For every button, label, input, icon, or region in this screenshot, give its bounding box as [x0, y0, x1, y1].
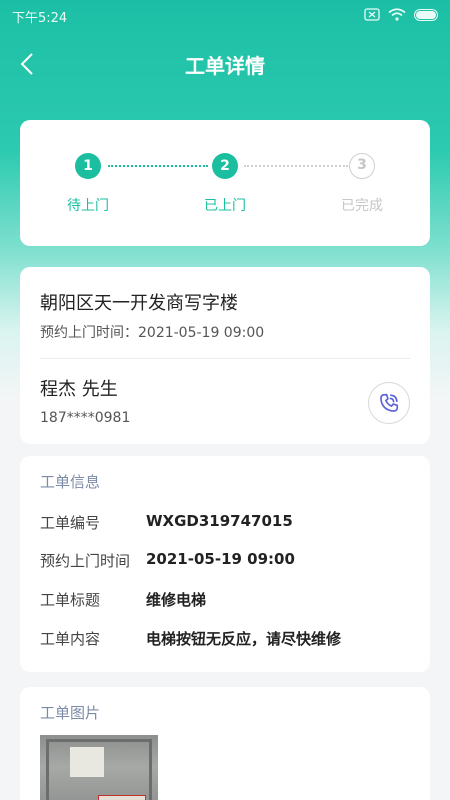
address-title: 朝阳区天一开发商写字楼 — [40, 293, 238, 314]
order-photo-thumbnail[interactable] — [40, 735, 158, 800]
info-value: WXGD319747015 — [146, 512, 293, 530]
order-photos-card: 工单图片 — [20, 687, 430, 800]
step-1: 1 待上门 — [48, 153, 128, 215]
step-3-label: 已完成 — [341, 198, 383, 214]
order-info-card: 工单信息 工单编号 WXGD319747015 预约上门时间 2021-05-1… — [20, 456, 430, 672]
step-2-number: 2 — [212, 153, 238, 179]
status-bar: 下午5:24 — [0, 0, 450, 30]
address-card: 朝阳区天一开发商写字楼 预约上门时间：2021-05-19 09:00 程杰 先… — [20, 267, 430, 444]
step-1-label: 待上门 — [67, 198, 109, 214]
divider — [40, 358, 410, 359]
info-row-content: 工单内容 电梯按钮无反应，请尽快维修 — [40, 628, 420, 649]
info-key: 工单内容 — [40, 630, 101, 648]
step-2-label: 已上门 — [204, 198, 246, 214]
order-photos-title: 工单图片 — [40, 704, 101, 722]
info-value: 电梯按钮无反应，请尽快维修 — [146, 630, 342, 648]
order-info-title: 工单信息 — [40, 473, 101, 491]
appointment-time: 预约上门时间：2021-05-19 09:00 — [40, 325, 265, 341]
step-3-number: 3 — [349, 153, 375, 179]
battery-icon — [414, 8, 438, 21]
warning-sign — [98, 795, 146, 800]
contact-phone: 187****0981 — [40, 410, 131, 426]
status-time: 下午5:24 — [12, 11, 68, 26]
sim-off-icon — [364, 8, 380, 21]
phone-call-icon — [380, 393, 399, 412]
progress-steps-card: 1 待上门 2 已上门 3 已完成 — [20, 120, 430, 246]
info-value: 维修电梯 — [146, 591, 207, 609]
wifi-icon — [388, 8, 406, 21]
info-row-appointment-time: 预约上门时间 2021-05-19 09:00 — [40, 550, 420, 571]
navigation-bar: 工单详情 — [0, 40, 450, 88]
info-key: 预约上门时间 — [40, 552, 131, 570]
info-row-order-number: 工单编号 WXGD319747015 — [40, 512, 420, 533]
info-key: 工单标题 — [40, 591, 101, 609]
notice-paper — [70, 747, 104, 777]
step-1-number: 1 — [75, 153, 101, 179]
step-2: 2 已上门 — [185, 153, 265, 215]
contact-name: 程杰 先生 — [40, 379, 118, 400]
info-key: 工单编号 — [40, 514, 101, 532]
status-icons — [364, 8, 440, 21]
info-value: 2021-05-19 09:00 — [146, 550, 295, 568]
step-3: 3 已完成 — [322, 153, 402, 215]
page-title: 工单详情 — [185, 54, 265, 78]
call-button[interactable] — [368, 382, 410, 424]
info-row-title: 工单标题 维修电梯 — [40, 589, 420, 610]
